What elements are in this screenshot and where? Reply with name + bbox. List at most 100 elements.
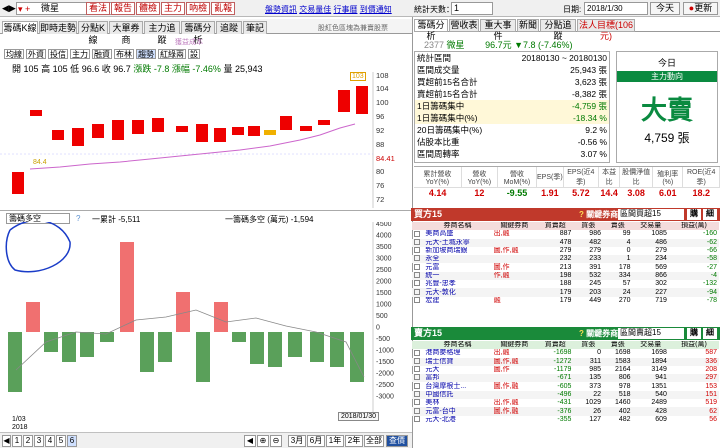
- broker-name[interactable]: 美林: [423, 399, 491, 407]
- rtab-revenue[interactable]: 營收表: [449, 19, 479, 32]
- broker-row[interactable]: 新加坡商瑞銀 圖,作,融 279 279 0 279 -66: [412, 247, 719, 255]
- broker-row[interactable]: 永全 232 233 1 234 -58: [412, 255, 719, 264]
- broker-name[interactable]: 港商麥格理: [423, 349, 491, 357]
- link-calendar[interactable]: 行事曆: [333, 5, 357, 14]
- broker-row[interactable]: 元大-敦化 179 203 24 227 -94: [412, 288, 719, 297]
- row-checkbox[interactable]: [412, 238, 423, 247]
- rtab-news[interactable]: 新聞: [517, 19, 539, 32]
- broker-name[interactable]: 元富: [423, 263, 491, 271]
- broker-name[interactable]: 元富-台中: [423, 407, 491, 415]
- broker-row[interactable]: 元大 圖,作 -1179 985 2164 3149 208: [412, 366, 719, 374]
- column-header[interactable]: 券商名稱: [423, 341, 491, 349]
- column-header[interactable]: 關鍵券商: [492, 341, 537, 349]
- broker-name[interactable]: 美商高盛: [423, 230, 491, 238]
- row-checkbox[interactable]: [412, 288, 423, 296]
- column-header[interactable]: 買賣超: [537, 341, 573, 349]
- rtab-chip[interactable]: 籌碼分析: [414, 19, 448, 41]
- broker-name[interactable]: 元大-土城永寧: [423, 239, 491, 247]
- chart-btn-2[interactable]: 投信: [48, 49, 68, 59]
- chart-btn-8[interactable]: 設: [188, 49, 200, 59]
- btn-checkup[interactable]: 體檢: [136, 2, 161, 15]
- sell-select[interactable]: 區間賣超15: [618, 328, 684, 339]
- btn-report[interactable]: 報告: [111, 2, 136, 15]
- scroll-left-icon[interactable]: ◀: [2, 435, 11, 447]
- link-market[interactable]: 盤勢資訊: [265, 5, 297, 14]
- period-3m[interactable]: 3月: [288, 435, 306, 447]
- zoom-out-icon[interactable]: ⊖: [270, 435, 282, 447]
- column-header[interactable]: 賣張: [603, 222, 633, 230]
- row-checkbox[interactable]: [412, 357, 423, 366]
- column-header[interactable]: 損益(萬): [669, 341, 719, 349]
- page-2[interactable]: 2: [23, 435, 33, 447]
- broker-row[interactable]: 美林 出,作,融 -431 1029 1460 2489 519: [412, 399, 719, 407]
- btn-news[interactable]: 亂報: [211, 2, 236, 15]
- broker-name[interactable]: 新加坡商瑞銀: [423, 247, 491, 255]
- row-checkbox[interactable]: [412, 374, 423, 382]
- period-all[interactable]: 全部: [364, 435, 384, 447]
- column-header[interactable]: 券商名稱: [423, 222, 491, 230]
- column-header[interactable]: 關鍵券商: [492, 222, 537, 230]
- row-checkbox[interactable]: [412, 415, 423, 424]
- link-volume[interactable]: 交易量佳: [299, 5, 331, 14]
- broker-row[interactable]: 美商高盛 出,融 887 986 99 1085 -160: [412, 230, 719, 238]
- buy-btn-1[interactable]: 購: [687, 209, 701, 220]
- btn-view[interactable]: 看法: [86, 2, 111, 15]
- tab-branch-k[interactable]: 分點K線: [78, 21, 108, 45]
- tab-main-track[interactable]: 主力追蹤: [144, 21, 180, 45]
- sell-btn-2[interactable]: 細: [703, 328, 717, 339]
- page-4[interactable]: 4: [45, 435, 55, 447]
- tab-big-order[interactable]: 大單券商: [109, 21, 143, 45]
- broker-row[interactable]: 中國信託 -496 22 518 540 151: [412, 390, 719, 400]
- column-header[interactable]: 買張: [573, 222, 603, 230]
- broker-row[interactable]: 元大-土城永寧 478 482 4 486 -62: [412, 238, 719, 247]
- chart-btn-4[interactable]: 融資: [92, 49, 112, 59]
- broker-row[interactable]: 統一 作,融 198 532 334 866 -4: [412, 271, 719, 281]
- stats-days-select[interactable]: 1: [451, 2, 493, 15]
- broker-name[interactable]: 富邦: [423, 374, 491, 382]
- broker-row[interactable]: 宏建融 179 449 270 719 -78: [412, 297, 719, 305]
- zoom-in-icon[interactable]: ⊕: [257, 435, 269, 447]
- update-button[interactable]: ●更新: [683, 2, 718, 15]
- nav-left-icon[interactable]: ◀: [244, 435, 256, 447]
- column-header[interactable]: 買張: [573, 341, 603, 349]
- buy-select[interactable]: 區間買超15: [618, 209, 684, 220]
- chip-bar-chart[interactable]: 4500 4000 3500 3000 2500 2000 1500 1000 500 0 -500…: [0, 222, 412, 412]
- row-checkbox[interactable]: [412, 399, 423, 407]
- row-checkbox[interactable]: [412, 391, 423, 399]
- btn-check[interactable]: 吶檢: [186, 2, 211, 15]
- row-checkbox[interactable]: [412, 280, 423, 288]
- broker-row[interactable]: 元富-台中 圖,作,融 -376 26 402 428 62: [412, 407, 719, 416]
- broker-name[interactable]: 永全: [423, 255, 491, 263]
- tab-track[interactable]: 追蹤: [216, 21, 242, 34]
- broker-row[interactable]: 瑞士信貸 圖,作,融 -1272 311 1583 1894 336: [412, 357, 719, 366]
- broker-name[interactable]: 統一: [423, 272, 491, 280]
- chart-btn-0[interactable]: 均線: [4, 49, 24, 59]
- row-checkbox[interactable]: [412, 382, 423, 390]
- row-checkbox[interactable]: [412, 366, 423, 374]
- period-1y[interactable]: 1年: [326, 435, 344, 447]
- column-header[interactable]: 賣張: [603, 341, 633, 349]
- candlestick-chart[interactable]: 108 104 100 96 92 88 84.41 80 76 72: [0, 72, 412, 210]
- row-checkbox[interactable]: [412, 255, 423, 263]
- broker-name[interactable]: 元大: [423, 366, 491, 374]
- row-checkbox[interactable]: [412, 263, 423, 271]
- nav-arrows[interactable]: ◀▶: [2, 3, 16, 14]
- query-button[interactable]: 查價: [386, 435, 408, 447]
- period-2y[interactable]: 2年: [345, 435, 363, 447]
- chart-btn-6[interactable]: 趨勢: [136, 49, 156, 59]
- broker-name[interactable]: 兆豐-忠孝: [423, 280, 491, 288]
- chart-btn-1[interactable]: 外資: [26, 49, 46, 59]
- broker-row[interactable]: 富邦 -671 135 806 941 297: [412, 374, 719, 383]
- broker-row[interactable]: 元大-北港 -355 127 482 609 56: [412, 416, 719, 424]
- rtab-branch[interactable]: 分點追蹤: [540, 19, 576, 41]
- row-checkbox[interactable]: [412, 296, 423, 305]
- row-checkbox[interactable]: [412, 349, 423, 357]
- buy-btn-2[interactable]: 細: [703, 209, 717, 220]
- tab-notes[interactable]: 筆記: [243, 21, 267, 34]
- chart-btn-5[interactable]: 布林: [114, 49, 134, 59]
- date-input[interactable]: 2018/1/30: [584, 2, 648, 15]
- btn-main[interactable]: 主力: [161, 2, 186, 15]
- today-button[interactable]: 今天: [650, 2, 680, 15]
- column-header[interactable]: 損益(萬): [669, 222, 719, 230]
- broker-name[interactable]: 元大-敦化: [423, 288, 491, 296]
